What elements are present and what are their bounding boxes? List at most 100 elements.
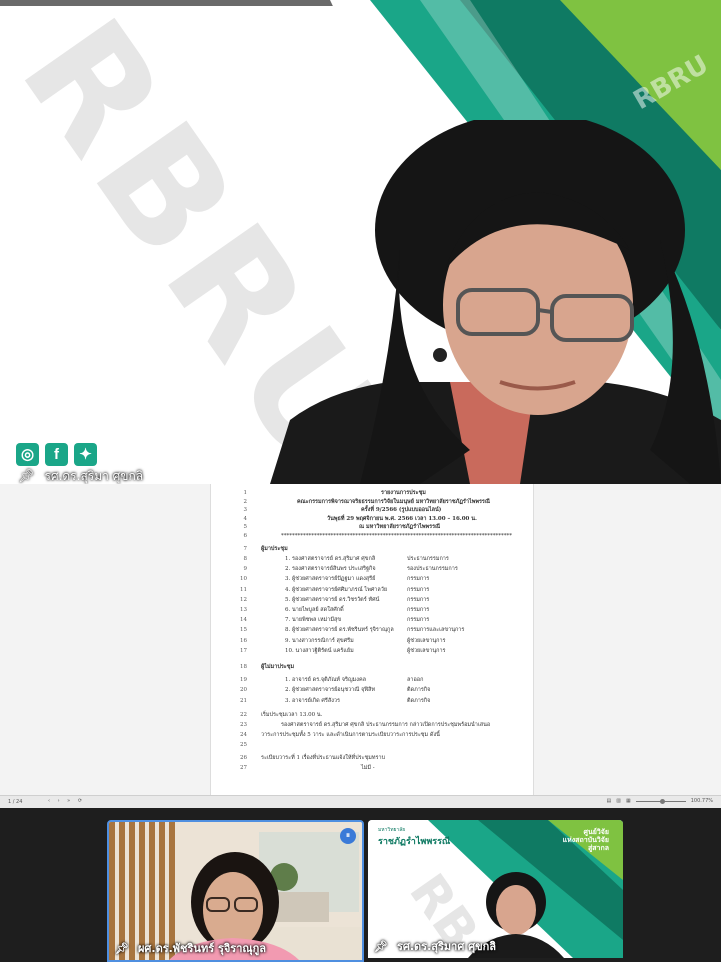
line-number: 21 (240, 697, 247, 704)
line-number: 13 (240, 606, 247, 613)
zoom-slider[interactable] (635, 798, 686, 804)
line-number: 18 (240, 663, 247, 670)
pin-icon[interactable]: 📌︎ (374, 940, 388, 953)
line-role: รองประธานกรรมการ (407, 566, 458, 573)
twitter-icon: ✦ (74, 443, 97, 466)
line-number: 9 (243, 566, 248, 573)
line-number: 15 (240, 627, 247, 634)
line-role: กรรมการ (407, 617, 430, 624)
line-number: 23 (240, 721, 247, 728)
main-speaker-name: รศ.ดร.สุริมา ศุขกลิ (44, 469, 144, 483)
instagram-icon: ◎ (16, 443, 39, 466)
zoom-slider-knob[interactable] (659, 798, 665, 804)
page-view-icon[interactable]: ▥ (616, 798, 621, 804)
line-role: กรรมการและเลขานุการ (407, 627, 465, 634)
line-role: ลาออก (407, 677, 424, 684)
line-role: ประธานกรรมการ (407, 555, 449, 562)
line-number: 6 (243, 532, 248, 539)
line-number: 17 (240, 647, 247, 654)
org-name: ราชภัฏรำไพพรรณี (378, 837, 451, 847)
line-text: 7. นายพิชพล เหม่ามีสุข (285, 617, 342, 624)
shared-document-area[interactable]: 1 รายงานการประชุม 2 คณะกรรมการพิจารณาจริยธร… (0, 484, 721, 795)
line-role: กรรมการ (407, 596, 430, 603)
line-number: 27 (240, 764, 247, 771)
document-statusbar: 1 / 24 ‹ › » ⟳ ▤ ▥ ▦ 100.77% (0, 795, 721, 808)
line-text: วาระการประชุมทั้ง 5 วาระ และดำเนินการตาม… (261, 732, 440, 739)
line-text: ไม่มี - (361, 764, 375, 771)
line-number: 2 (243, 498, 248, 505)
line-text: 1. รองศาสตราจารย์ ดร.สุริมาศ ศุขกลิ (285, 555, 376, 562)
pin-icon[interactable]: 📌︎ (18, 469, 35, 484)
line-text: 4. ผู้ช่วยศาสตราจารย์ศศิมาภรณ์ ไพศาลวัย (285, 586, 388, 593)
line-text: เริ่มประชุมเวลา 13.00 น. (261, 711, 323, 718)
line-role: ติดภารกิจ (407, 687, 431, 694)
line-text: 9. นางสาวกรรณิการ์ สุขศรีม (285, 637, 354, 644)
line-number: 16 (240, 637, 247, 644)
line-number: 5 (243, 524, 248, 530)
line-number: 3 (243, 507, 248, 513)
speaking-indicator-icon: ⏸︎ (340, 828, 356, 844)
participant-name: ผศ.ดร.พัชรินทร์ รุจิราณุกูล (137, 942, 266, 955)
line-text: ผู้ไม่มาประชุม (261, 663, 295, 670)
participant-nameplate: 📌︎ รศ.ดร.สุริมาศ ศุขกลิ (374, 937, 496, 955)
participant-name: รศ.ดร.สุริมาศ ศุขกลิ (396, 940, 497, 953)
line-number: 20 (240, 687, 247, 694)
line-text: 1. อาจารย์ ดร.จุติภัณท์ จริญมงคล (285, 677, 367, 684)
line-text: 6. นายไพบูลย์ สดใสศักดิ์ (285, 606, 344, 613)
facebook-icon: f (45, 443, 68, 466)
speaker-person (270, 120, 721, 484)
line-number: 22 (240, 711, 247, 718)
main-speaker-nameplate: 📌︎ รศ.ดร.สุริมา ศุขกลิ (18, 467, 143, 484)
page-indicator: 1 / 24 (8, 799, 23, 805)
line-text: วันพุธที่ 29 พฤศจิกายน พ.ศ. 2566 เวลา 13… (327, 515, 477, 522)
line-text: ระเบียบวาระที่ 1 เรื่องที่ประธานแจ้งให้ท… (261, 754, 386, 761)
line-number: 25 (240, 742, 247, 749)
zoom-level: 100.77% (690, 798, 713, 804)
view-controls: ▤ ▥ ▦ 100.77% (607, 798, 713, 804)
participant-nameplate: 📌︎ ผศ.ดร.พัชรินทร์ รุจิราณุกูล (115, 939, 266, 957)
line-role: กรรมการ (407, 586, 430, 593)
line-text: คณะกรรมการพิจารณาจริยธรรมการวิจัยในมนุษย… (297, 498, 490, 505)
line-text: 3. ผู้ช่วยศาสตราจารย์ปัฏฐมา แดงสุรีย์ (285, 576, 376, 583)
pin-icon[interactable]: 📌︎ (115, 942, 129, 955)
line-text: 3. อาจารย์เกิด ศรีสังวร (285, 697, 340, 704)
line-text: 2. รองศาสตราจารย์สินพร ประเสริฐกิจ (285, 566, 376, 573)
line-number: 10 (240, 576, 247, 583)
tile2-org-logo: มหาวิทยาลัย ราชภัฏรำไพพรรณี (378, 826, 450, 848)
line-number: 11 (240, 586, 247, 593)
line-number: 24 (240, 732, 247, 739)
participant-tile[interactable]: RB มหาวิทยาลัย ราชภัฏรำไพพรรณี ศูนย์วิจั… (368, 820, 623, 958)
right-line-1: ศูนย์วิจัย (583, 828, 609, 836)
line-text: รายงานการประชุม (381, 490, 426, 496)
line-text: 10. นางสาวฐิติรัตน์ แคร้แย้ม (285, 647, 354, 654)
line-number: 1 (243, 490, 248, 496)
line-number: 26 (240, 754, 247, 761)
document-page[interactable]: 1 รายงานการประชุม 2 คณะกรรมการพิจารณาจริยธร… (210, 484, 534, 795)
line-number: 4 (243, 515, 248, 522)
main-speaker-video[interactable]: RBRU RBRU ◎ f ✦ 📌︎ รศ.ดร.สุริมา ศุขกลิ (0, 0, 721, 484)
line-role: ผู้ช่วยเลขานุการ (407, 647, 446, 654)
org-pre: มหาวิทยาลัย (378, 827, 406, 833)
social-icons: ◎ f ✦ (16, 443, 97, 466)
line-text: ณ มหาวิทยาลัยราชภัฏรำไพพรรณี (359, 524, 441, 530)
line-text: 5. ผู้ช่วยศาสตราจารย์ ดร.วิชรวัตร์ ทัศน์ (285, 596, 380, 603)
line-text: 8. ผู้ช่วยศาสตราจารย์ ดร.พัชรินทร์ รุจิร… (285, 627, 394, 634)
right-line-3: สู่สากล (587, 844, 609, 852)
line-number: 12 (240, 596, 247, 603)
book-view-icon[interactable]: ▦ (626, 798, 631, 804)
line-role: กรรมการ (407, 576, 430, 583)
line-text: รองศาสตราจารย์ ดร.สุริมาศ ศุขกลิ ประธานก… (281, 721, 491, 728)
participant-gallery: ⏸︎ 📌︎ ผศ.ดร.พัชรินทร์ รุจิราณุกูล RB มหา… (0, 808, 721, 962)
line-number: 14 (240, 617, 247, 624)
right-line-2: แห่งสถาบันวิจัย (562, 836, 609, 844)
line-text: ****************************************… (281, 532, 512, 539)
line-text: 2. ผู้ช่วยศาสตราจารย์อนุชวาณี จุฬีสิท (285, 687, 376, 694)
line-role: ติดภารกิจ (407, 697, 431, 704)
line-role: กรรมการ (407, 606, 430, 613)
line-role: ผู้ช่วยเลขานุการ (407, 637, 446, 644)
participant-tile[interactable]: ⏸︎ 📌︎ ผศ.ดร.พัชรินทร์ รุจิราณุกูล (107, 820, 364, 962)
line-text: ครั้งที่ 9/2566 (รูปแบบออนไลน์) (361, 507, 442, 513)
line-number: 19 (240, 677, 247, 684)
view-mode-icon[interactable]: ▤ (607, 798, 612, 804)
page-nav-arrows[interactable]: ‹ › » ⟳ (48, 798, 85, 804)
